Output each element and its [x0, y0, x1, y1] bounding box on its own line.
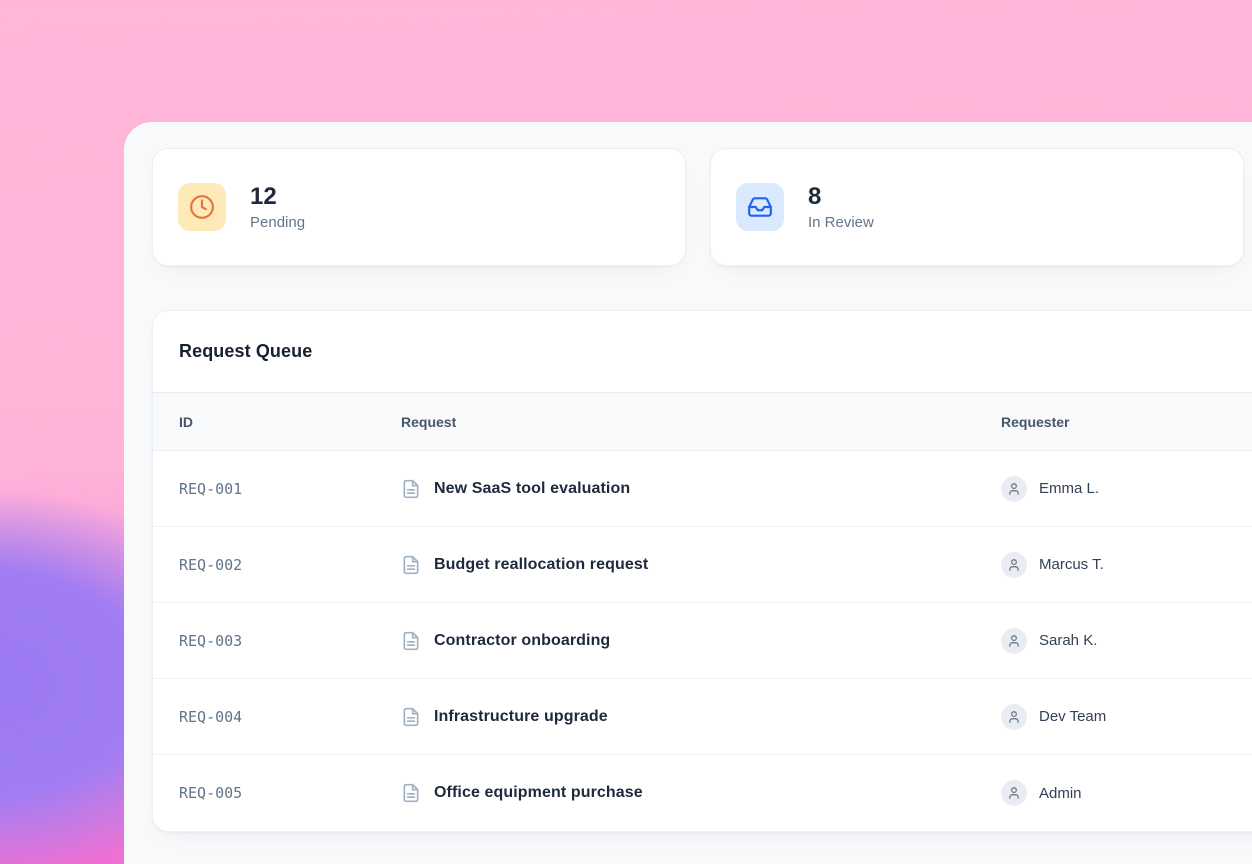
- stats-row: 12 Pending 8 In Review: [152, 148, 1252, 266]
- table-row[interactable]: REQ-001 New SaaS tool evaluation: [153, 451, 1252, 527]
- requester-cell: Marcus T.: [1001, 552, 1252, 578]
- user-avatar-icon: [1001, 552, 1027, 578]
- user-avatar-icon: [1001, 780, 1027, 806]
- user-avatar-icon: [1001, 628, 1027, 654]
- table-row[interactable]: REQ-005 Office equipment purchase: [153, 755, 1252, 831]
- stat-text: 12 Pending: [250, 183, 305, 231]
- requester-name: Dev Team: [1039, 708, 1106, 725]
- file-text-icon: [401, 783, 421, 803]
- request-id: REQ-004: [179, 708, 401, 726]
- requester-cell: Sarah K.: [1001, 628, 1252, 654]
- user-avatar-icon: [1001, 704, 1027, 730]
- column-header-request: Request: [401, 414, 1001, 430]
- stat-text: 8 In Review: [808, 183, 874, 231]
- user-avatar-icon: [1001, 476, 1027, 502]
- request-id: REQ-001: [179, 480, 401, 498]
- requester-name: Sarah K.: [1039, 632, 1097, 649]
- request-title: Office equipment purchase: [434, 784, 643, 802]
- stat-label-pending: Pending: [250, 214, 305, 231]
- page-title: Request Queue: [179, 341, 312, 362]
- request-title: New SaaS tool evaluation: [434, 480, 630, 498]
- requester-cell: Dev Team: [1001, 704, 1252, 730]
- requester-name: Emma L.: [1039, 480, 1099, 497]
- request-title: Budget reallocation request: [434, 556, 648, 574]
- clock-icon: [178, 183, 226, 231]
- dashboard-panel: 12 Pending 8 In Review Request Queue ID: [124, 122, 1252, 864]
- requester-name: Marcus T.: [1039, 556, 1104, 573]
- request-cell: Office equipment purchase: [401, 783, 1001, 803]
- request-cell: New SaaS tool evaluation: [401, 479, 1001, 499]
- request-title: Infrastructure upgrade: [434, 708, 608, 726]
- request-title: Contractor onboarding: [434, 632, 610, 650]
- stat-value-pending: 12: [250, 183, 305, 211]
- request-cell: Contractor onboarding: [401, 631, 1001, 651]
- stat-label-in-review: In Review: [808, 214, 874, 231]
- requester-name: Admin: [1039, 785, 1082, 802]
- file-text-icon: [401, 555, 421, 575]
- app-background: { "theme": { "bg_gradient_pink": "#ffb5d…: [0, 0, 1252, 864]
- file-text-icon: [401, 707, 421, 727]
- inbox-icon: [736, 183, 784, 231]
- request-id: REQ-002: [179, 556, 401, 574]
- stat-card-pending: 12 Pending: [152, 148, 686, 266]
- requester-cell: Emma L.: [1001, 476, 1252, 502]
- table-body: REQ-001 New SaaS tool evaluation: [153, 451, 1252, 831]
- stat-card-in-review: 8 In Review: [710, 148, 1244, 266]
- file-text-icon: [401, 479, 421, 499]
- table-row[interactable]: REQ-002 Budget reallocation request: [153, 527, 1252, 603]
- stat-value-in-review: 8: [808, 183, 874, 211]
- file-text-icon: [401, 631, 421, 651]
- request-cell: Infrastructure upgrade: [401, 707, 1001, 727]
- requester-cell: Admin: [1001, 780, 1252, 806]
- table-title-row: Request Queue: [153, 311, 1252, 393]
- table-row[interactable]: REQ-003 Contractor onboarding: [153, 603, 1252, 679]
- table-header-row: ID Request Requester: [153, 393, 1252, 451]
- request-cell: Budget reallocation request: [401, 555, 1001, 575]
- request-id: REQ-003: [179, 632, 401, 650]
- column-header-requester: Requester: [1001, 414, 1252, 430]
- table-row[interactable]: REQ-004 Infrastructure upgrade: [153, 679, 1252, 755]
- column-header-id: ID: [179, 414, 401, 430]
- request-queue-card: Request Queue ID Request Requester REQ-0…: [152, 310, 1252, 832]
- request-id: REQ-005: [179, 784, 401, 802]
